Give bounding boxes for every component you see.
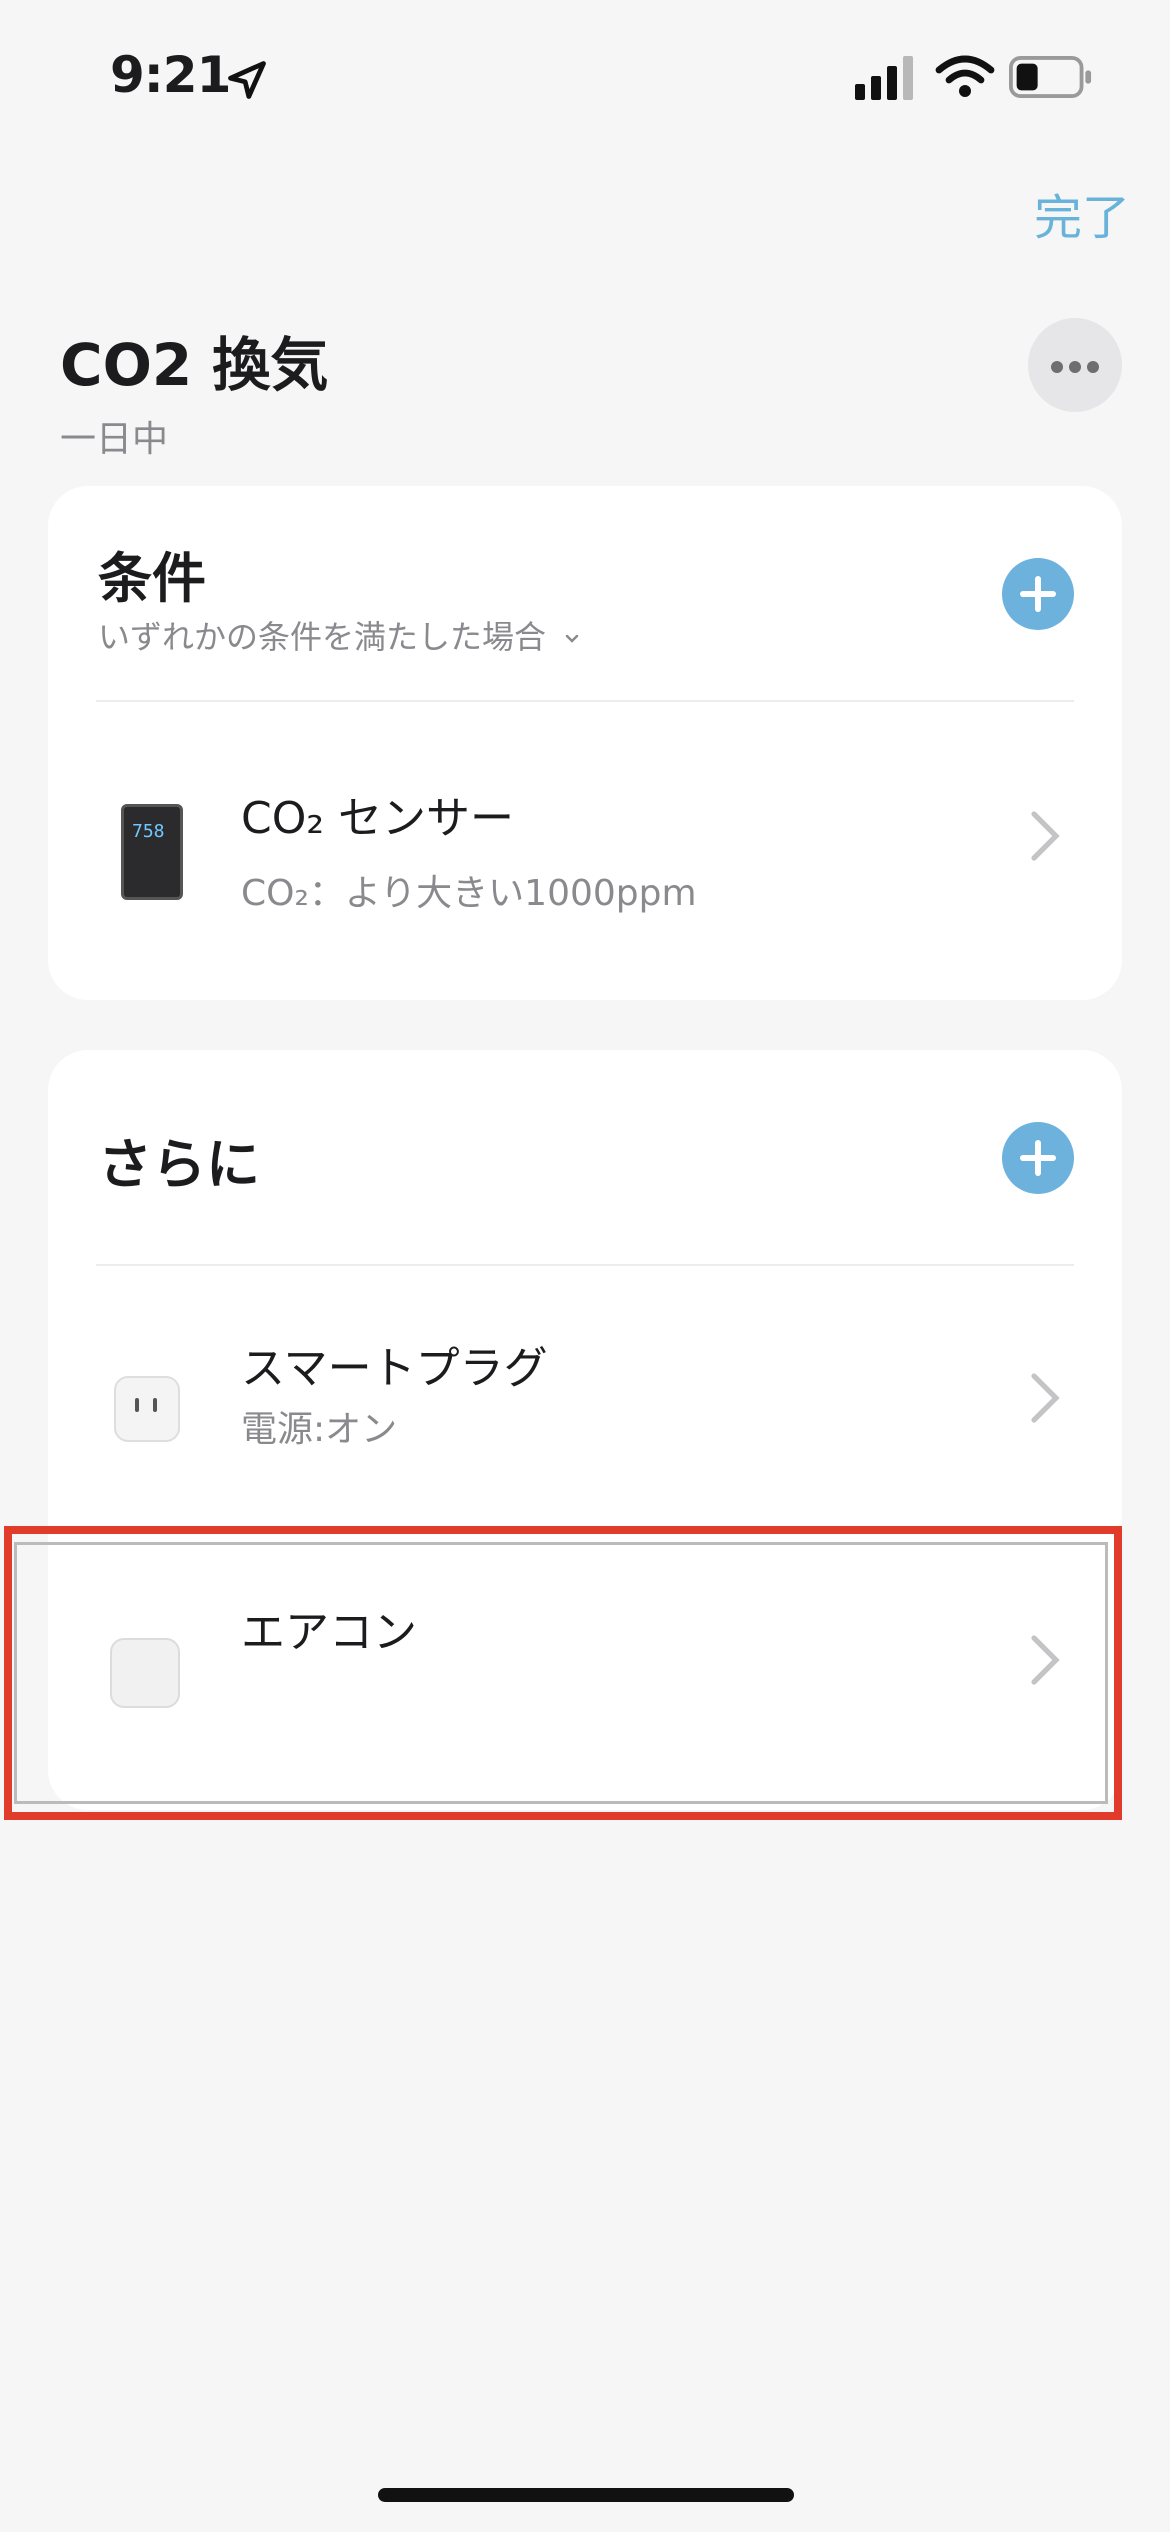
condition-mode-label: いずれかの条件を満たした場合 <box>98 618 547 656</box>
cellular-signal-icon <box>855 56 913 100</box>
device-screen-reading: 758 <box>132 821 165 842</box>
add-condition-button[interactable] <box>1002 558 1074 630</box>
divider <box>96 1264 1074 1266</box>
home-indicator[interactable] <box>378 2488 794 2502</box>
more-options-button[interactable] <box>1028 318 1122 412</box>
conditions-card: 条件 いずれかの条件を満たした場合 758 CO₂ センサー CO₂：より大きい… <box>48 486 1122 1000</box>
action-detail: 電源:オン <box>241 1409 398 1450</box>
location-arrow-icon <box>228 61 266 99</box>
battery-icon <box>1009 56 1092 98</box>
condition-detail: CO₂：より大きい1000ppm <box>241 873 697 914</box>
status-time: 9:21 <box>110 46 231 104</box>
scene-schedule[interactable]: 一日中 <box>60 410 168 462</box>
done-button[interactable]: 完了 <box>1034 178 1130 248</box>
wifi-icon <box>935 55 995 97</box>
condition-mode-selector[interactable]: いずれかの条件を満たした場合 <box>98 612 582 658</box>
chevron-down-icon <box>565 634 579 643</box>
divider <box>96 700 1074 702</box>
conditions-title: 条件 <box>98 547 206 610</box>
add-action-button[interactable] <box>1002 1122 1074 1194</box>
chevron-right-icon <box>1031 1373 1060 1423</box>
condition-device-name: CO₂ センサー <box>241 793 514 844</box>
action-device-name: スマートプラグ <box>241 1343 548 1394</box>
co2-sensor-device-image: 758 <box>121 804 183 900</box>
actions-title: さらに <box>98 1133 260 1196</box>
highlight-inner-border <box>14 1542 1108 1804</box>
scene-title[interactable]: CO2 換気 <box>60 318 328 402</box>
more-dots-icon <box>1051 361 1063 373</box>
smart-plug-device-image <box>114 1376 180 1442</box>
chevron-right-icon <box>1031 811 1060 861</box>
